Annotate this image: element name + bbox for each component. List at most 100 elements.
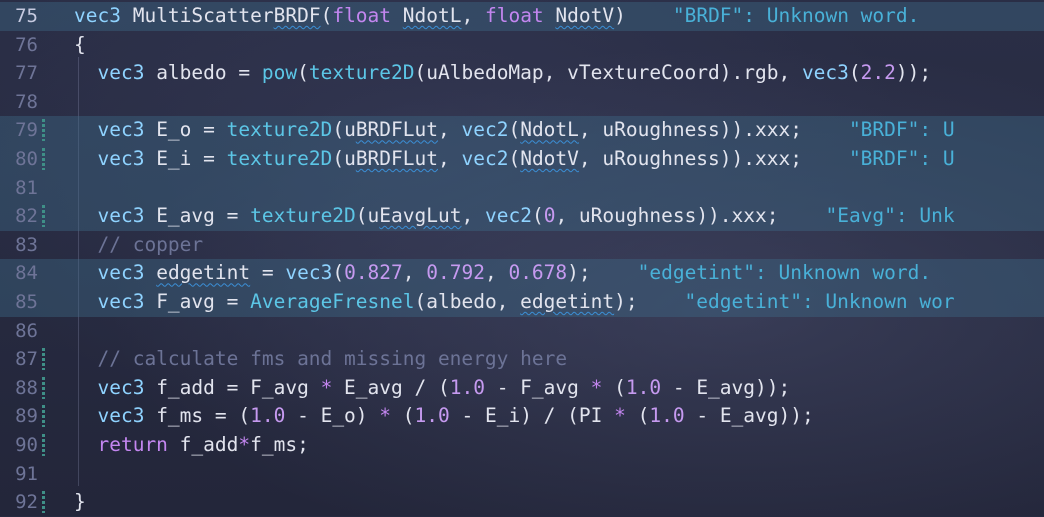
inline-diagnostic[interactable]: "edgetint": Unknown wor (685, 290, 955, 313)
code-token: , (484, 261, 509, 285)
code-line[interactable]: 80 vec3 E_i = texture2D(uBRDFLut, vec2(N… (0, 145, 1044, 174)
line-number[interactable]: 90 (0, 431, 38, 460)
code-token: , (438, 118, 462, 142)
code-token: // copper (97, 232, 204, 256)
code-token: - E_avg)); (684, 404, 814, 428)
code-token: = (250, 261, 286, 285)
line-number[interactable]: 92 (0, 488, 38, 517)
code-token: - E_i) / (PI (449, 404, 615, 428)
git-change-indicator[interactable] (42, 119, 45, 142)
code-token: u (344, 147, 356, 170)
line-number[interactable]: 87 (0, 345, 38, 374)
code-line[interactable]: 75 vec3 MultiScatterBRDF(float NdotL, flo… (0, 2, 1044, 31)
code-token: (albedo, (414, 290, 521, 313)
code-editor[interactable]: 75 vec3 MultiScatterBRDF(float NdotL, flo… (0, 0, 1044, 516)
line-number[interactable]: 75 (0, 2, 38, 31)
git-change-indicator[interactable] (42, 205, 45, 228)
code-line[interactable]: 79 vec3 E_o = texture2D(uBRDFLut, vec2(N… (0, 116, 1044, 145)
code-line[interactable]: 87 // calculate fms and missing energy h… (0, 345, 1044, 374)
spell-error-token: NdotL (520, 118, 579, 142)
git-change-indicator[interactable] (42, 376, 45, 399)
line-number[interactable]: 85 (0, 288, 38, 317)
line-number[interactable]: 78 (0, 88, 38, 117)
line-number[interactable]: 88 (0, 374, 38, 403)
code-line[interactable]: 89 vec3 f_ms = (1.0 - E_o) * (1.0 - E_i)… (0, 402, 1044, 431)
code-token: texture2D (226, 147, 333, 170)
line-number[interactable]: 80 (0, 145, 38, 174)
git-change-indicator[interactable] (42, 434, 45, 456)
code-token: , uRoughness)).xxx; (578, 147, 802, 170)
git-change-indicator[interactable] (42, 405, 45, 428)
code-token: 0.827 (344, 261, 403, 285)
code-token: ( (355, 204, 368, 228)
code-line[interactable]: 91 (0, 460, 1044, 489)
git-change-indicator[interactable] (42, 348, 45, 371)
inline-diagnostic[interactable]: "BRDF": Unknown word. (673, 4, 920, 27)
code-token: ); (567, 261, 591, 285)
code-line[interactable]: 83 // copper (0, 231, 1044, 260)
code-line[interactable]: 82 vec3 E_avg = texture2D(uEavgLut, vec2… (0, 202, 1044, 231)
line-number[interactable]: 89 (0, 402, 38, 431)
line-number[interactable]: 91 (0, 460, 38, 489)
code-token: f_ms; (250, 433, 309, 456)
code-line[interactable]: 90 return f_add*f_ms; (0, 431, 1044, 460)
code-token: (uAlbedoMap, vTextureCoord).rgb, (414, 61, 802, 85)
line-code: vec3 E_o = texture2D(uBRDFLut, vec2(Ndot… (74, 116, 955, 145)
inline-diagnostic[interactable]: "BRDF": U (849, 147, 955, 170)
line-number[interactable]: 79 (0, 116, 38, 145)
code-line[interactable]: 77 vec3 albedo = pow(texture2D(uAlbedoMa… (0, 59, 1044, 88)
line-number[interactable]: 84 (0, 259, 38, 288)
code-token: * (238, 433, 251, 456)
line-code: { (74, 31, 86, 60)
code-token: albedo = (144, 61, 262, 85)
code-line[interactable]: 88 vec3 f_add = F_avg * E_avg / (1.0 - F… (0, 374, 1044, 403)
code-token: 1.0 (625, 375, 662, 399)
line-code: vec3 f_add = F_avg * E_avg / (1.0 - F_av… (74, 374, 790, 403)
diagnostic-spacer (591, 261, 638, 284)
inline-diagnostic[interactable]: "BRDF": U (849, 118, 955, 141)
line-code: } (74, 488, 86, 517)
code-token: vec2 (461, 147, 509, 170)
code-line[interactable]: 78 (0, 88, 1044, 117)
code-token: vec3 (97, 61, 145, 85)
git-change-indicator[interactable] (42, 491, 45, 514)
spell-error-token: edgetint (520, 290, 615, 313)
code-token: 1.0 (649, 404, 685, 428)
code-token: vec3 (97, 404, 145, 428)
line-number[interactable]: 76 (0, 31, 38, 60)
code-token: 1.0 (414, 404, 450, 428)
code-token: ); (614, 290, 638, 313)
line-number[interactable]: 81 (0, 174, 38, 203)
spell-error-token: BRDF (273, 4, 321, 27)
code-line[interactable]: 85 vec3 F_avg = AverageFresnel(albedo, e… (0, 288, 1044, 317)
line-number[interactable]: 86 (0, 317, 38, 346)
inline-diagnostic[interactable]: "Eavg": Unk (825, 204, 954, 227)
code-token: , (438, 147, 462, 170)
line-code: // calculate fms and missing energy here (74, 345, 567, 374)
git-change-indicator[interactable] (42, 148, 45, 170)
code-line[interactable]: 76 { (0, 31, 1044, 60)
code-token: - E_avg)); (661, 375, 791, 399)
line-number[interactable]: 77 (0, 59, 38, 88)
code-line[interactable]: 84 vec3 edgetint = vec3(0.827, 0.792, 0.… (0, 259, 1044, 288)
line-code: vec3 edgetint = vec3(0.827, 0.792, 0.678… (74, 259, 931, 288)
code-line[interactable]: 86 (0, 317, 1044, 346)
spell-error-token: BRDFLut (355, 118, 438, 142)
inline-diagnostic[interactable]: "edgetint": Unknown word. (638, 261, 932, 284)
code-line[interactable]: 92} (0, 488, 1044, 517)
code-token: u (367, 204, 380, 228)
code-token: ( (531, 204, 544, 228)
code-token: 2.2 (860, 61, 896, 85)
line-number[interactable]: 82 (0, 202, 38, 231)
code-token: 1.0 (449, 375, 485, 399)
code-line[interactable]: 81 (0, 173, 1044, 203)
line-number[interactable]: 83 (0, 231, 38, 260)
code-token: vec3 (801, 61, 849, 85)
code-token: * (590, 375, 603, 399)
